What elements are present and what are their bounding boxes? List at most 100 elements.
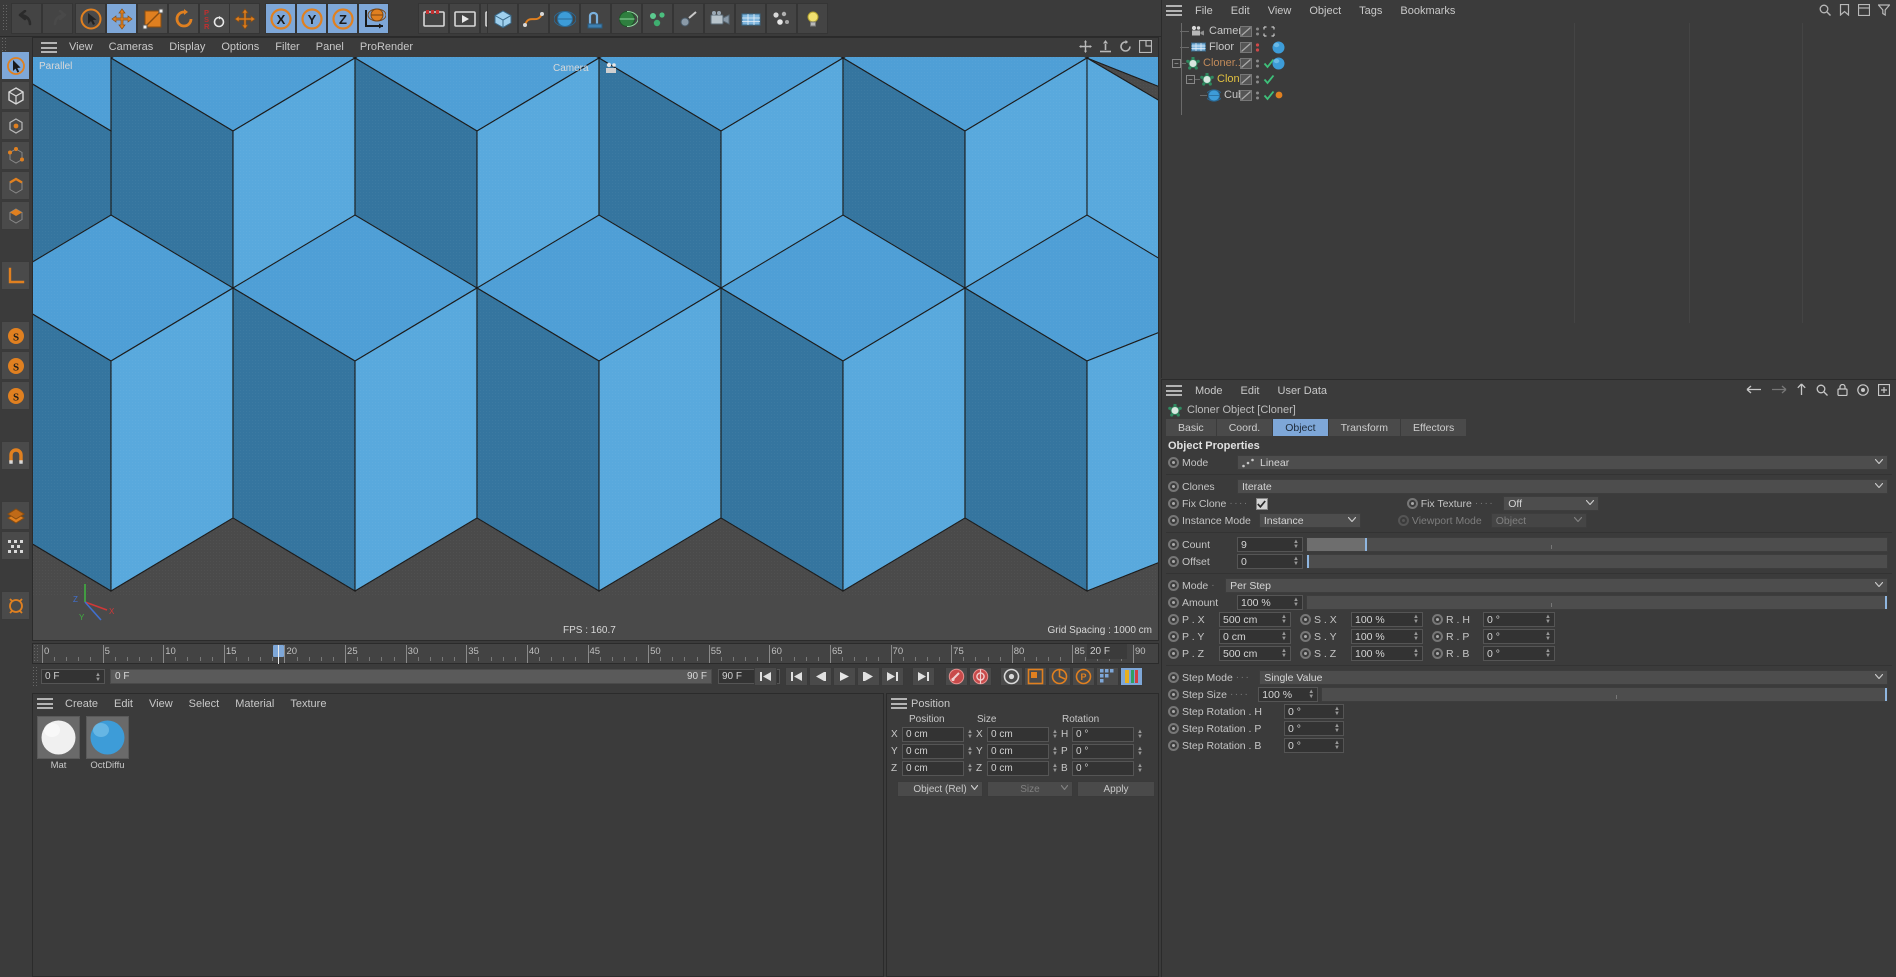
viewport-canvas[interactable]: Camera Parallel Z X Y FPS : 160.7 Grid S…	[33, 57, 1158, 640]
material-menu-texture[interactable]: Texture	[282, 698, 334, 710]
polygon-mode-tool[interactable]	[1, 201, 30, 230]
clones-select[interactable]: Iterate	[1237, 479, 1888, 494]
viewport-menu-prorender[interactable]: ProRender	[352, 38, 421, 57]
rotation-p-field[interactable]: 0 °	[1072, 744, 1134, 759]
panel-icon[interactable]	[1858, 4, 1870, 16]
rotate-view-icon[interactable]	[1119, 40, 1132, 53]
size-y-field[interactable]: 0 cm	[987, 744, 1049, 759]
rotation-h-spinner[interactable]: ▲ ▼	[1136, 728, 1144, 741]
magnet-tool[interactable]	[1, 441, 30, 470]
visibility-dots[interactable]	[1255, 26, 1260, 37]
material-menu-select[interactable]: Select	[181, 698, 228, 710]
layout-view-icon[interactable]	[1139, 40, 1152, 53]
visibility-dots[interactable]	[1255, 42, 1260, 53]
object-menu-bookmarks[interactable]: Bookmarks	[1391, 5, 1464, 17]
amount-slider[interactable]	[1306, 595, 1888, 610]
expand-toggle-icon[interactable]: –	[1172, 58, 1181, 68]
lock-y-axis-button[interactable]: Y	[296, 3, 327, 34]
step-rotation-b-radio[interactable]	[1168, 740, 1179, 751]
step-size-slider[interactable]	[1321, 687, 1888, 702]
step-distribution-mode-select[interactable]: Per Step	[1225, 578, 1888, 593]
offset-slider[interactable]	[1306, 554, 1888, 569]
add-light-button[interactable]	[797, 3, 828, 34]
pz-field[interactable]: 500 cm ▲ ▼	[1219, 646, 1291, 661]
live-selection-tool[interactable]	[1, 51, 30, 80]
object-menu-edit[interactable]: Edit	[1222, 5, 1259, 17]
instance-mode-radio[interactable]	[1168, 515, 1179, 526]
attributes-menu-user-data[interactable]: User Data	[1269, 385, 1337, 397]
go-to-previous-key-button[interactable]	[785, 667, 808, 686]
world-object-axis-button[interactable]	[358, 3, 389, 34]
world-axis-button[interactable]	[229, 3, 260, 34]
scale-tool-button[interactable]	[137, 3, 168, 34]
size-z-field[interactable]: 0 cm	[987, 761, 1049, 776]
object-mode-tool[interactable]	[1, 111, 30, 140]
edge-mode-tool[interactable]	[1, 171, 30, 200]
add-generator-button[interactable]	[549, 3, 580, 34]
bookmark-icon[interactable]	[1839, 4, 1850, 16]
material-tag-icon[interactable]	[1272, 41, 1285, 54]
rotation-key-button[interactable]	[1048, 667, 1071, 686]
rotation-p-spinner[interactable]: ▲ ▼	[1136, 745, 1144, 758]
px-radio[interactable]	[1168, 614, 1179, 625]
apply-button[interactable]: Apply	[1077, 781, 1155, 797]
display-tag-icon[interactable]	[1240, 25, 1252, 37]
go-to-start-button[interactable]	[754, 667, 777, 686]
rotation-b-field[interactable]: 0 °	[1072, 761, 1134, 776]
step-rotation-b-field[interactable]: 0 ° ▲ ▼	[1284, 738, 1344, 753]
lock-axis-tool[interactable]: S	[1, 381, 30, 410]
add-particles-button[interactable]	[766, 3, 797, 34]
material-menu-edit[interactable]: Edit	[106, 698, 141, 710]
size-x-field[interactable]: 0 cm	[987, 727, 1049, 742]
position-y-field[interactable]: 0 cm	[902, 744, 964, 759]
rh-radio[interactable]	[1432, 614, 1443, 625]
count-spinner[interactable]: ▲ ▼	[1292, 538, 1300, 551]
position-x-spinner[interactable]: ▲ ▼	[966, 728, 974, 741]
expand-toggle-icon[interactable]: –	[1186, 74, 1195, 84]
material-item[interactable]: OctDiffu	[86, 716, 129, 771]
viewport-menu-display[interactable]: Display	[161, 38, 213, 57]
step-back-button[interactable]	[809, 667, 832, 686]
instance-mode-select[interactable]: Instance	[1258, 513, 1361, 528]
size-z-spinner[interactable]: ▲ ▼	[1051, 762, 1059, 775]
sz-field[interactable]: 100 % ▲ ▼	[1351, 646, 1423, 661]
lock-x-axis-button[interactable]: X	[265, 3, 296, 34]
add-spline-button[interactable]	[518, 3, 549, 34]
position-x-field[interactable]: 0 cm	[902, 727, 964, 742]
redo-button[interactable]	[42, 3, 73, 34]
step-size-field[interactable]: 100 % ▲ ▼	[1258, 687, 1319, 702]
plus-icon[interactable]	[1878, 383, 1890, 396]
sy-field[interactable]: 100 % ▲ ▼	[1351, 629, 1423, 644]
mode-select[interactable]: Linear	[1237, 455, 1888, 470]
py-field[interactable]: 0 cm ▲ ▼	[1219, 629, 1291, 644]
attributes-menu-icon[interactable]	[1166, 385, 1182, 396]
rotate-tool-button[interactable]	[168, 3, 199, 34]
tab-object[interactable]: Object	[1273, 419, 1328, 436]
timeline-settings-button[interactable]	[1120, 667, 1143, 686]
fix-texture-radio[interactable]	[1406, 498, 1418, 509]
step-size-radio[interactable]	[1168, 689, 1179, 700]
tab-effectors[interactable]: Effectors	[1401, 419, 1467, 436]
add-dynamics-button[interactable]	[673, 3, 704, 34]
phong-tag-icon[interactable]	[1274, 90, 1284, 100]
visibility-dots[interactable]	[1255, 90, 1260, 101]
add-camera-button[interactable]	[704, 3, 735, 34]
fps-field[interactable]: 20 F	[1087, 644, 1127, 659]
rp-radio[interactable]	[1432, 631, 1443, 642]
object-manager-menu-icon[interactable]	[1166, 5, 1182, 16]
count-radio[interactable]	[1168, 539, 1179, 550]
viewport-solo-tool[interactable]	[1, 591, 30, 620]
material-swatch[interactable]	[37, 716, 80, 759]
enabled-check-icon[interactable]	[1263, 74, 1275, 85]
object-row-cloner[interactable]: – Cloner	[1162, 71, 1896, 87]
object-row-floor[interactable]: Floor	[1162, 39, 1896, 55]
coordinate-mode-select[interactable]: Object (Rel)	[897, 781, 983, 797]
object-row-camera[interactable]: Camera	[1162, 23, 1896, 39]
select-tool-button[interactable]	[75, 3, 106, 34]
rp-spinner[interactable]: ▲ ▼	[1544, 630, 1552, 643]
current-frame-spinner[interactable]: ▲ ▼	[94, 671, 102, 684]
texture-axis-tool[interactable]: S	[1, 351, 30, 380]
fix-clone-radio[interactable]	[1168, 498, 1179, 509]
move-view-icon[interactable]	[1079, 40, 1092, 53]
sy-radio[interactable]	[1300, 631, 1311, 642]
